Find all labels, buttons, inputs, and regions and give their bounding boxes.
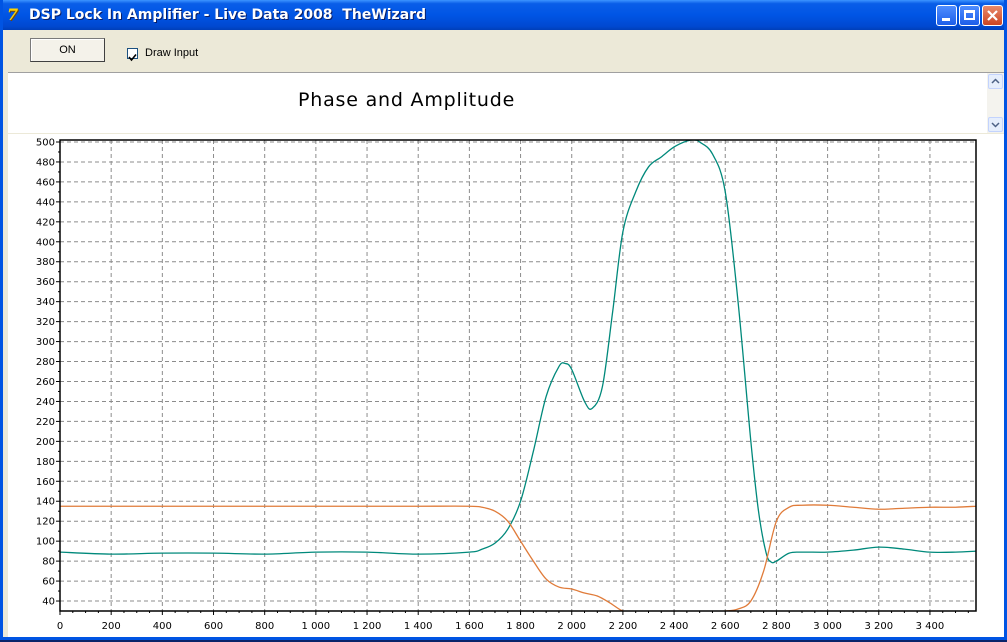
x-tick-label: 800 xyxy=(255,621,274,632)
y-tick-label: 140 xyxy=(36,497,55,508)
maximize-button[interactable] xyxy=(959,5,980,26)
title-bar[interactable]: 7 DSP Lock In Amplifier - Live Data 2008… xyxy=(3,0,1004,30)
x-tick-label: 3 000 xyxy=(813,621,842,632)
on-button[interactable]: ON xyxy=(30,38,105,62)
y-tick-label: 340 xyxy=(36,297,55,308)
y-tick-label: 40 xyxy=(42,597,55,608)
scroll-up-button[interactable] xyxy=(988,74,1003,89)
y-tick-label: 180 xyxy=(36,457,55,468)
x-tick-label: 1 400 xyxy=(404,621,433,632)
close-icon xyxy=(987,10,998,21)
minimize-icon xyxy=(942,18,950,21)
x-tick-label: 1 800 xyxy=(506,621,535,632)
y-tick-label: 240 xyxy=(36,397,55,408)
y-tick-label: 320 xyxy=(36,317,55,328)
x-tick-label: 3 200 xyxy=(864,621,893,632)
chevron-up-icon xyxy=(991,78,1000,84)
y-tick-label: 480 xyxy=(36,157,55,168)
plot-area: 40 60 80 100 120 140 160 180 200 220 240 260 280 300 3… xyxy=(8,134,1004,637)
x-tick-label: 200 xyxy=(102,621,121,632)
checkmark-icon xyxy=(128,53,137,62)
y-tick-label: 360 xyxy=(36,277,55,288)
x-tick-label: 2 800 xyxy=(762,621,791,632)
y-tick-label: 200 xyxy=(36,437,55,448)
phase-amplitude-chart: 40 60 80 100 120 140 160 180 200 220 240 260 280 300 3… xyxy=(36,137,977,632)
y-tick-label: 420 xyxy=(36,217,55,228)
x-tick-label: 2 400 xyxy=(660,621,689,632)
chart-title-panel: Phase and Amplitude xyxy=(8,72,1004,133)
x-tick-label: 3 400 xyxy=(916,621,945,632)
y-tick-label: 500 xyxy=(36,137,55,148)
scroll-down-button[interactable] xyxy=(988,117,1003,132)
x-tick-label: 2 600 xyxy=(711,621,740,632)
chart-title: Phase and Amplitude xyxy=(298,89,516,111)
y-tick-label: 60 xyxy=(42,577,55,588)
draw-input-checkbox[interactable] xyxy=(127,48,138,62)
y-tick-label: 280 xyxy=(36,357,55,368)
close-button[interactable] xyxy=(982,5,1003,26)
y-tick-label: 100 xyxy=(36,537,55,548)
toolbar: ON Draw Input xyxy=(3,30,1004,70)
x-tick-label: 0 xyxy=(57,621,63,632)
window-title: DSP Lock In Amplifier - Live Data 2008 T… xyxy=(29,7,427,23)
y-tick-label: 160 xyxy=(36,477,55,488)
app-window: 7 DSP Lock In Amplifier - Live Data 2008… xyxy=(0,0,1007,640)
y-tick-label: 300 xyxy=(36,337,55,348)
x-tick-label: 2 200 xyxy=(609,621,638,632)
x-tick-label: 1 600 xyxy=(455,621,484,632)
x-tick-label: 1 000 xyxy=(302,621,331,632)
y-tick-label: 400 xyxy=(36,237,55,248)
vertical-scrollbar[interactable] xyxy=(987,73,1004,133)
chevron-down-icon xyxy=(991,122,1000,128)
x-tick-label: 1 200 xyxy=(353,621,382,632)
maximize-icon xyxy=(964,10,975,20)
y-tick-label: 260 xyxy=(36,377,55,388)
plot-background xyxy=(60,140,976,611)
y-tick-label: 460 xyxy=(36,177,55,188)
y-tick-label: 120 xyxy=(36,517,55,528)
x-tick-label: 2 000 xyxy=(557,621,586,632)
y-tick-label: 440 xyxy=(36,197,55,208)
y-tick-label: 220 xyxy=(36,417,55,428)
minimize-button[interactable] xyxy=(936,5,957,26)
y-tick-label: 80 xyxy=(42,557,55,568)
x-tick-label: 400 xyxy=(153,621,172,632)
app-logo-icon[interactable]: 7 xyxy=(7,6,25,24)
draw-input-label[interactable]: Draw Input xyxy=(145,47,198,59)
x-tick-label: 600 xyxy=(204,621,223,632)
y-tick-label: 380 xyxy=(36,257,55,268)
